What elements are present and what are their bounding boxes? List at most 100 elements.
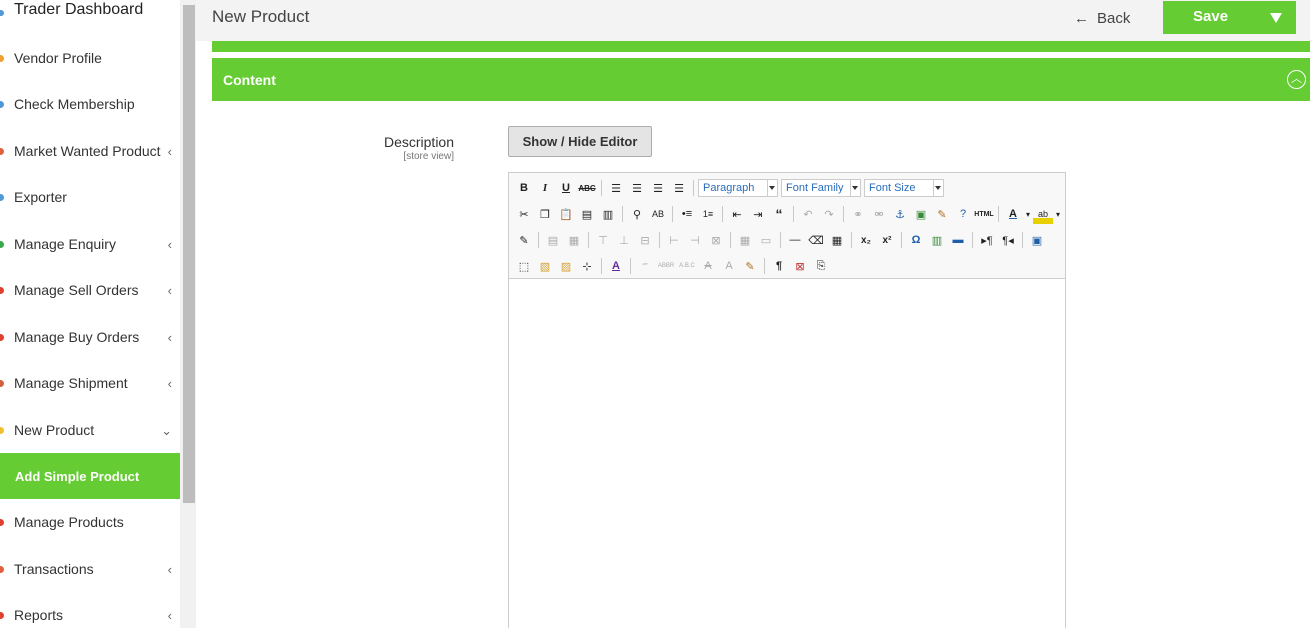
insert-row-before-icon[interactable]: ⊤ bbox=[593, 230, 613, 250]
anchor-icon[interactable]: ⚓ bbox=[890, 204, 910, 224]
insert-col-after-icon[interactable]: ⊣ bbox=[685, 230, 705, 250]
sidebar-item-market-wanted-product[interactable]: Market Wanted Product ‹ bbox=[0, 128, 180, 174]
insert-row-after-icon[interactable]: ⊥ bbox=[614, 230, 634, 250]
deletion-icon[interactable]: A bbox=[698, 256, 718, 276]
format-select-value: Paragraph bbox=[703, 182, 755, 194]
image-icon[interactable]: ▣ bbox=[911, 204, 931, 224]
cut-icon[interactable]: ✂ bbox=[514, 204, 534, 224]
attributes-icon[interactable]: ✎ bbox=[740, 256, 760, 276]
sidebar: Trader Dashboard Vendor Profile Check Me… bbox=[0, 0, 180, 628]
ltr-icon[interactable]: ▸¶ bbox=[977, 230, 997, 250]
merge-cells-icon[interactable]: ▭ bbox=[756, 230, 776, 250]
delete-row-icon[interactable]: ⊟ bbox=[635, 230, 655, 250]
move-backward-icon[interactable]: ▨ bbox=[556, 256, 576, 276]
sidebar-item-transactions[interactable]: Transactions ‹ bbox=[0, 546, 180, 592]
copy-icon[interactable]: ❐ bbox=[535, 204, 555, 224]
abbr-icon[interactable]: ABBR bbox=[656, 256, 676, 276]
sidebar-item-label: Manage Sell Orders bbox=[14, 282, 139, 298]
absolute-position-icon[interactable]: ⊹ bbox=[577, 256, 597, 276]
show-blocks-icon[interactable]: ¶ bbox=[769, 256, 789, 276]
preview-icon[interactable]: ▣ bbox=[1027, 230, 1047, 250]
outdent-icon[interactable]: ⇤ bbox=[727, 204, 747, 224]
html-source-icon[interactable]: HTML bbox=[974, 204, 994, 224]
sidebar-item-exporter[interactable]: Exporter bbox=[0, 174, 180, 220]
sidebar-item-manage-sell-orders[interactable]: Manage Sell Orders ‹ bbox=[0, 267, 180, 313]
sidebar-item-manage-shipment[interactable]: Manage Shipment ‹ bbox=[0, 360, 180, 406]
sidebar-item-new-product[interactable]: New Product ⌄ bbox=[0, 407, 180, 453]
paste-text-icon[interactable]: ▤ bbox=[577, 204, 597, 224]
format-select[interactable]: Paragraph bbox=[698, 179, 778, 197]
paste-icon[interactable]: 📋 bbox=[556, 204, 576, 224]
collapse-icon[interactable]: ︿ bbox=[1287, 70, 1306, 89]
insertion-icon[interactable]: A bbox=[719, 256, 739, 276]
toolbar-separator bbox=[780, 232, 781, 248]
nonbreaking-icon[interactable]: ⊠ bbox=[790, 256, 810, 276]
align-right-icon[interactable]: ☰ bbox=[648, 178, 668, 198]
indent-icon[interactable]: ⇥ bbox=[748, 204, 768, 224]
link-icon[interactable]: ⚭ bbox=[848, 204, 868, 224]
toolbar-separator bbox=[538, 232, 539, 248]
table-icon[interactable]: ▦ bbox=[827, 230, 847, 250]
content-section-header[interactable]: Content ︿ bbox=[212, 58, 1310, 101]
editor-content-area[interactable] bbox=[509, 280, 1065, 628]
superscript-icon[interactable]: x² bbox=[877, 230, 897, 250]
page-break-icon[interactable]: ⎘ bbox=[811, 256, 831, 276]
sidebar-item-reports[interactable]: Reports ‹ bbox=[0, 592, 180, 628]
sidebar-item-vendor-profile[interactable]: Vendor Profile bbox=[0, 35, 180, 81]
sidebar-title[interactable]: Trader Dashboard bbox=[14, 1, 143, 19]
bold-icon[interactable]: B bbox=[514, 178, 534, 198]
special-char-icon[interactable]: Ω bbox=[906, 230, 926, 250]
highlight-color-icon[interactable]: ab bbox=[1033, 204, 1053, 224]
unlink-icon[interactable]: ⚮ bbox=[869, 204, 889, 224]
find-icon[interactable]: ⚲ bbox=[627, 204, 647, 224]
toolbar-separator bbox=[693, 180, 694, 196]
dropdown-arrow-icon[interactable]: ▾ bbox=[1024, 204, 1032, 224]
align-left-icon[interactable]: ☰ bbox=[606, 178, 626, 198]
table-row-props-icon[interactable]: ▤ bbox=[543, 230, 563, 250]
caret-down-icon[interactable] bbox=[1270, 13, 1282, 23]
media-icon[interactable]: ▥ bbox=[927, 230, 947, 250]
cleanup-icon[interactable]: ✎ bbox=[932, 204, 952, 224]
blockquote-icon[interactable]: “ bbox=[769, 204, 789, 224]
replace-icon[interactable]: AB bbox=[648, 204, 668, 224]
sidebar-item-manage-enquiry[interactable]: Manage Enquiry ‹ bbox=[0, 221, 180, 267]
move-forward-icon[interactable]: ▧ bbox=[535, 256, 555, 276]
bullet-list-icon[interactable]: •≡ bbox=[677, 204, 697, 224]
redo-icon[interactable]: ↷ bbox=[819, 204, 839, 224]
save-button[interactable]: Save bbox=[1163, 1, 1296, 34]
show-hide-editor-button[interactable]: Show / Hide Editor bbox=[508, 126, 652, 157]
styles-icon[interactable]: A bbox=[606, 256, 626, 276]
rtl-icon[interactable]: ¶◂ bbox=[998, 230, 1018, 250]
split-cells-icon[interactable]: ▦ bbox=[735, 230, 755, 250]
align-center-icon[interactable]: ☰ bbox=[627, 178, 647, 198]
full-screen-icon[interactable]: ▬ bbox=[948, 230, 968, 250]
help-icon[interactable]: ? bbox=[953, 204, 973, 224]
acronym-icon[interactable]: A.B.C bbox=[677, 256, 697, 276]
delete-col-icon[interactable]: ⊠ bbox=[706, 230, 726, 250]
insert-layer-icon[interactable]: ⬚ bbox=[514, 256, 534, 276]
font-size-select[interactable]: Font Size bbox=[864, 179, 944, 197]
sidebar-item-add-simple-product[interactable]: Add Simple Product bbox=[0, 453, 180, 499]
align-justify-icon[interactable]: ☰ bbox=[669, 178, 689, 198]
text-color-icon[interactable]: A bbox=[1003, 204, 1023, 224]
sidebar-scrollbar-thumb[interactable] bbox=[183, 5, 195, 503]
back-button[interactable]: ← Back bbox=[1074, 7, 1130, 29]
paste-word-icon[interactable]: ▥ bbox=[598, 204, 618, 224]
horizontal-rule-icon[interactable]: — bbox=[785, 230, 805, 250]
remove-format-icon[interactable]: ⌫ bbox=[806, 230, 826, 250]
font-family-select[interactable]: Font Family bbox=[781, 179, 861, 197]
insert-col-before-icon[interactable]: ⊢ bbox=[664, 230, 684, 250]
sidebar-item-manage-products[interactable]: Manage Products bbox=[0, 499, 180, 545]
undo-icon[interactable]: ↶ bbox=[798, 204, 818, 224]
edit-icon[interactable]: ✎ bbox=[514, 230, 534, 250]
subscript-icon[interactable]: x₂ bbox=[856, 230, 876, 250]
strikethrough-icon[interactable]: ABC bbox=[577, 178, 597, 198]
numbered-list-icon[interactable]: 1≡ bbox=[698, 204, 718, 224]
sidebar-item-manage-buy-orders[interactable]: Manage Buy Orders ‹ bbox=[0, 314, 180, 360]
table-cell-props-icon[interactable]: ▦ bbox=[564, 230, 584, 250]
underline-icon[interactable]: U bbox=[556, 178, 576, 198]
italic-icon[interactable]: I bbox=[535, 178, 555, 198]
dropdown-arrow-icon[interactable]: ▾ bbox=[1054, 204, 1062, 224]
cite-icon[interactable]: “” bbox=[635, 256, 655, 276]
sidebar-item-check-membership[interactable]: Check Membership bbox=[0, 81, 180, 127]
